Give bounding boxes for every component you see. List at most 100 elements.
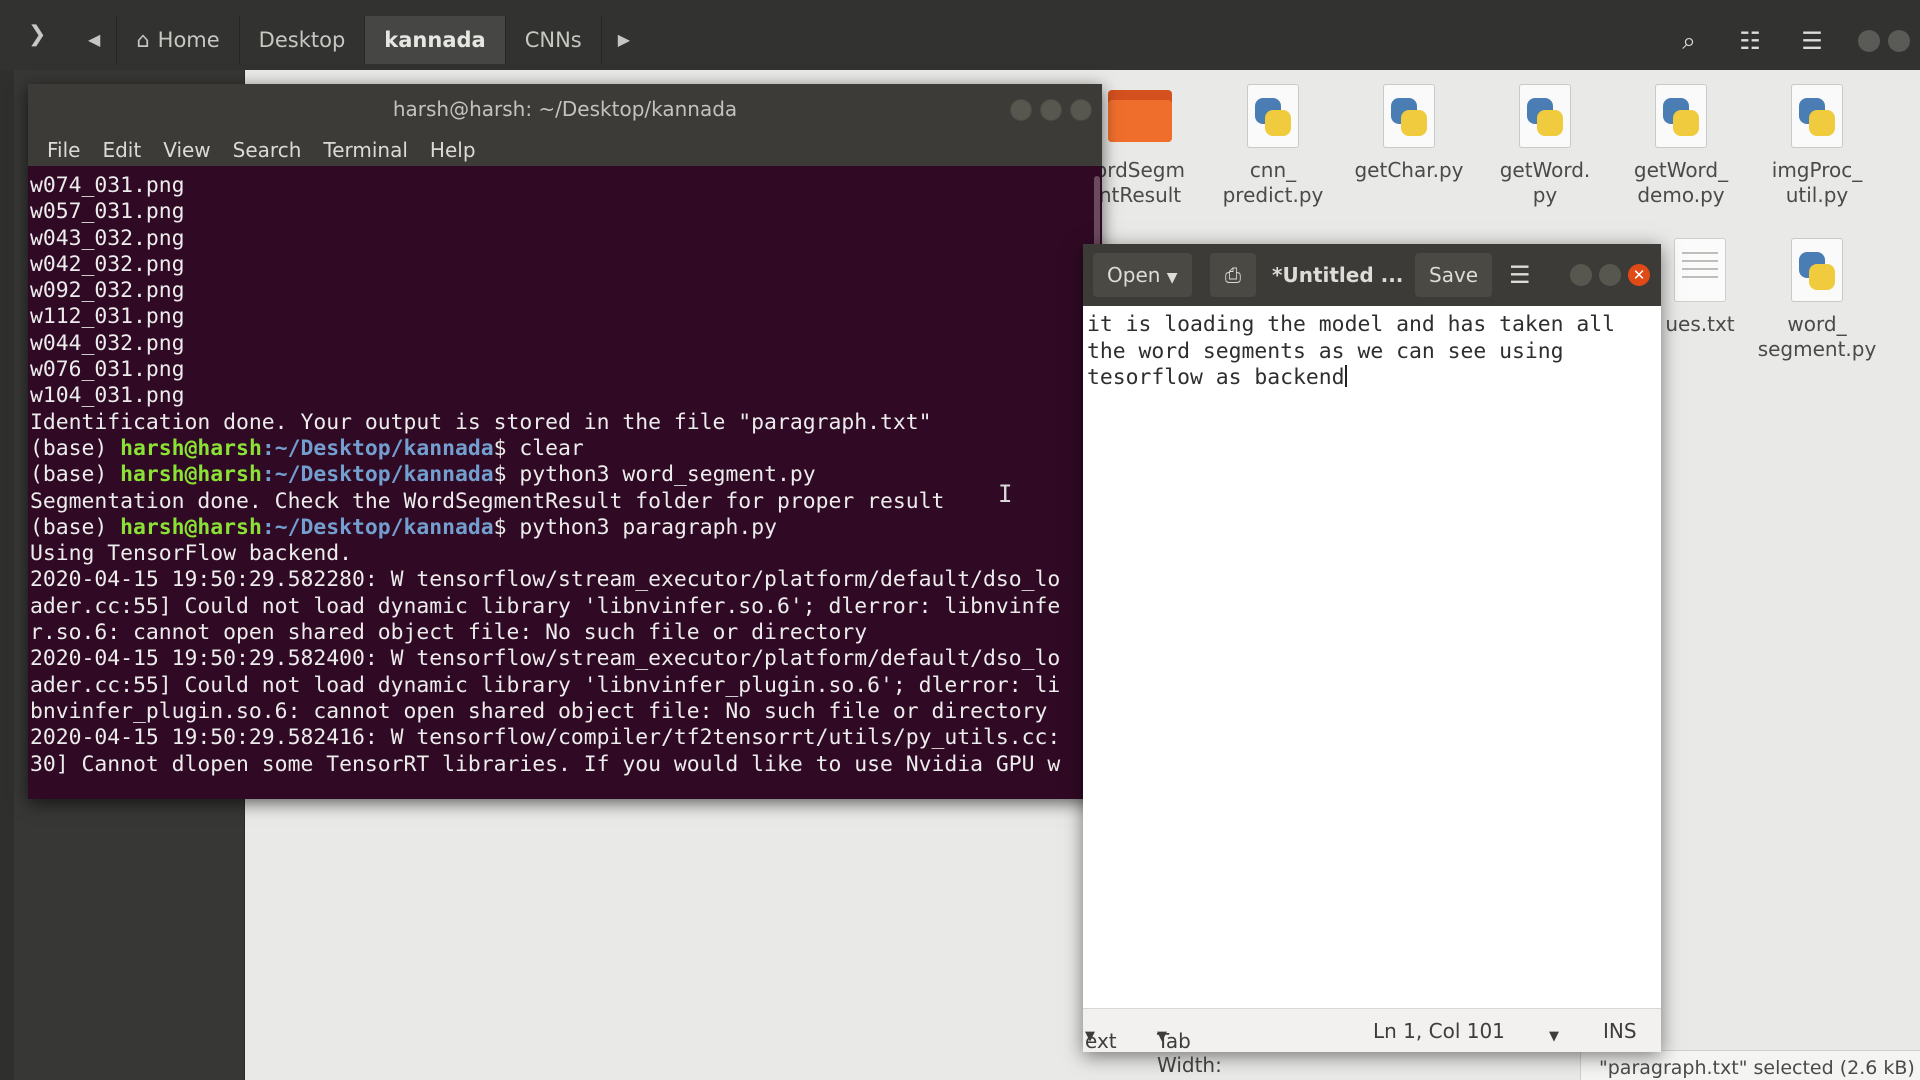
chevron-down-icon: ▼ <box>1166 270 1178 286</box>
terminal-output[interactable]: w074_031.png w057_031.png w043_032.png w042… <box>28 166 1088 799</box>
file-item-word-segment[interactable]: word_ segment.py <box>1752 238 1882 362</box>
breadcrumb-kannada-label: kannada <box>384 28 486 52</box>
terminal-window[interactable]: harsh@harsh: ~/Desktop/kannada File Edit… <box>28 84 1102 799</box>
breadcrumb-cnns[interactable]: CNNs <box>506 16 602 64</box>
hamburger-menu-icon[interactable]: ☰ <box>1495 253 1545 297</box>
new-tab-icon: ⎙ <box>1225 263 1241 287</box>
prompt-segment: (base) <box>30 435 121 461</box>
breadcrumb-kannada[interactable]: kannada <box>365 16 506 64</box>
terminal-line: Segmentation done. Check the WordSegment… <box>30 488 945 514</box>
breadcrumb-home-label: Home <box>157 28 220 52</box>
maximize-icon[interactable] <box>1888 30 1910 52</box>
file-item-cnn-predict[interactable]: cnn_ predict.py <box>1208 84 1338 208</box>
terminal-line: r.so.6: cannot open shared object file: … <box>30 620 868 646</box>
sidebar-edge <box>0 70 14 1080</box>
terminal-line: 2020-04-15 19:50:29.582416: W tensorflow… <box>30 725 1061 751</box>
open-button[interactable]: Open ▼ <box>1093 253 1192 297</box>
editor-text-area[interactable]: it is loading the model and has taken al… <box>1087 306 1657 392</box>
file-name: cnn_ predict.py <box>1222 158 1324 207</box>
hamburger-menu-icon[interactable]: ☰ <box>1795 24 1829 58</box>
terminal-line: w074_031.png <box>30 173 185 198</box>
text-file-icon <box>1668 238 1732 302</box>
prompt-segment: (base) <box>30 462 121 488</box>
terminal-line: Identification done. Your output is stor… <box>30 409 932 435</box>
prompt-segment: python3 word_segment.py <box>506 462 816 488</box>
breadcrumb-cnns-label: CNNs <box>524 28 582 52</box>
python-file-icon <box>1785 238 1849 302</box>
maximize-icon[interactable] <box>1599 264 1621 286</box>
file-item-getchar[interactable]: getChar.py <box>1344 84 1474 183</box>
chevron-down-icon: ▼ <box>1157 1029 1167 1044</box>
terminal-line: w044_032.png <box>30 330 185 356</box>
breadcrumb-home[interactable]: ⌂ Home <box>117 16 240 64</box>
selection-status: "paragraph.txt" selected (2.6 kB) <box>1580 1050 1920 1080</box>
prompt-segment: :~/Desktop/kannada <box>261 514 494 540</box>
file-name: getChar.py <box>1354 158 1464 182</box>
menu-terminal[interactable]: Terminal <box>312 134 419 166</box>
file-item-getword[interactable]: getWord. py <box>1480 84 1610 208</box>
close-icon[interactable]: ✕ <box>1628 264 1650 286</box>
menu-edit[interactable]: Edit <box>91 134 152 166</box>
terminal-line: 30] Cannot dlopen some TensorRT librarie… <box>30 751 1061 777</box>
text-caret <box>1344 365 1347 387</box>
terminal-line: w104_031.png <box>30 383 185 409</box>
file-name: getWord. py <box>1499 158 1591 207</box>
terminal-line: w076_031.png <box>30 357 185 383</box>
terminal-titlebar[interactable]: harsh@harsh: ~/Desktop/kannada <box>28 84 1102 134</box>
forward-chevron-icon[interactable]: ❯ <box>28 22 46 47</box>
text-editor-window[interactable]: Open ▼ ⎙ *Untitled ... Save ☰ ✕ it is lo… <box>1083 244 1661 1080</box>
terminal-line: Using TensorFlow backend. <box>30 541 352 567</box>
document-title: *Untitled ... <box>1272 263 1404 287</box>
breadcrumb-desktop[interactable]: Desktop <box>240 16 366 64</box>
terminal-line: w043_032.png <box>30 225 185 251</box>
terminal-menubar: File Edit View Search Terminal Help <box>28 134 1102 166</box>
prompt-segment: :~/Desktop/kannada <box>261 435 494 461</box>
terminal-line: (base) harsh@harsh:~/Desktop/kannada$ py… <box>30 515 1088 541</box>
terminal-line: (base) harsh@harsh:~/Desktop/kannada$ cl… <box>30 436 1088 462</box>
terminal-line: (base) harsh@harsh:~/Desktop/kannada$ py… <box>30 462 1088 488</box>
maximize-icon[interactable] <box>1040 99 1062 121</box>
file-item-getword-demo[interactable]: getWord_ demo.py <box>1616 84 1746 208</box>
breadcrumb-desktop-label: Desktop <box>258 28 346 52</box>
close-icon[interactable] <box>1070 99 1092 121</box>
file-item-imgproc-util[interactable]: imgProc_ util.py <box>1752 84 1882 208</box>
save-button[interactable]: Save <box>1415 253 1493 297</box>
search-icon[interactable]: ⌕ <box>1672 24 1706 58</box>
view-options-icon[interactable]: ☷ <box>1733 24 1767 58</box>
python-file-icon <box>1513 84 1577 148</box>
editor-line-last: tesorflow as backend <box>1087 365 1657 392</box>
file-name: getWord_ demo.py <box>1633 158 1729 207</box>
prompt-segment: harsh@harsh <box>120 514 262 540</box>
folder-icon <box>1108 84 1172 148</box>
prompt-segment: $ <box>493 514 507 540</box>
python-file-icon <box>1785 84 1849 148</box>
text-cursor-icon: I <box>998 480 1013 508</box>
prompt-segment: :~/Desktop/kannada <box>261 462 494 488</box>
prompt-segment: harsh@harsh <box>120 462 262 488</box>
breadcrumb-right-arrow-icon[interactable]: ▶ <box>602 16 646 64</box>
minimize-icon[interactable] <box>1010 99 1032 121</box>
menu-search[interactable]: Search <box>222 134 313 166</box>
home-icon: ⌂ <box>136 28 150 52</box>
terminal-line: w042_032.png <box>30 251 185 277</box>
minimize-icon[interactable] <box>1858 30 1880 52</box>
prompt-segment: $ <box>493 435 507 461</box>
menu-view[interactable]: View <box>152 134 221 166</box>
minimize-icon[interactable] <box>1570 264 1592 286</box>
terminal-title: harsh@harsh: ~/Desktop/kannada <box>392 97 738 121</box>
breadcrumb: ◀ ⌂ Home Desktop kannada CNNs ▶ <box>72 16 646 64</box>
file-name: word_ segment.py <box>1757 312 1877 361</box>
editor-headerbar[interactable]: Open ▼ ⎙ *Untitled ... Save ☰ ✕ <box>1083 244 1661 306</box>
file-name: imgProc_ util.py <box>1771 158 1863 207</box>
menu-file[interactable]: File <box>36 134 91 166</box>
breadcrumb-left-arrow-icon[interactable]: ◀ <box>72 16 118 64</box>
menu-help[interactable]: Help <box>419 134 487 166</box>
prompt-segment: harsh@harsh <box>120 435 262 461</box>
python-file-icon <box>1377 84 1441 148</box>
prompt-segment: $ <box>493 462 507 488</box>
cursor-position: Ln 1, Col 101 <box>1373 1019 1505 1043</box>
terminal-line: 2020-04-15 19:50:29.582280: W tensorflow… <box>30 567 1061 593</box>
file-manager-header: ❯ ◀ ⌂ Home Desktop kannada CNNs ▶ ⌕ ☷ ☰ <box>0 0 1920 70</box>
new-document-button[interactable]: ⎙ <box>1210 253 1256 297</box>
editor-statusbar: ext ▼ Tab Width: 8 ▼ Ln 1, Col 101 ▼ INS <box>1083 1008 1661 1080</box>
